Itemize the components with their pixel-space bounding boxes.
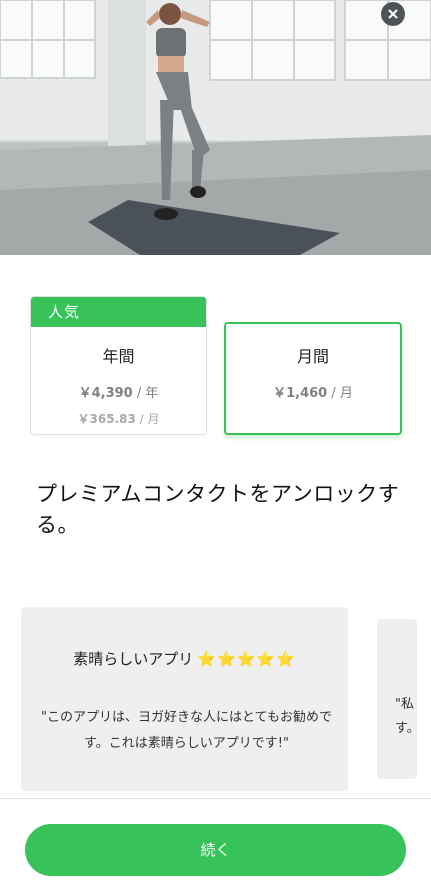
review-title: 素晴らしいアプリ ⭐⭐⭐⭐⭐ [21, 648, 348, 669]
plan-price-amount: ￥1,460 [273, 386, 328, 401]
continue-button[interactable]: 続く [25, 824, 406, 876]
bottom-divider [0, 798, 431, 799]
close-button[interactable] [381, 2, 405, 26]
hero-image [0, 0, 431, 255]
review-text-line: す。 [395, 721, 417, 736]
plan-price-unit: / 月 [327, 386, 353, 401]
plan-price-amount: ￥4,390 [78, 386, 133, 401]
plan-title: 年間 [102, 347, 135, 366]
plan-subprice-amount: ￥365.83 [77, 412, 136, 426]
popular-badge: 人気 [31, 297, 206, 327]
plan-monthly-equivalent: ￥365.83 / 月 [31, 410, 206, 427]
review-text-partial: "私 す。 [395, 693, 417, 741]
review-text-line: "私 [395, 697, 414, 712]
star-rating-icons: ⭐⭐⭐⭐⭐ [197, 650, 296, 668]
plan-price: ￥1,460 / 月 [226, 382, 400, 401]
review-card: 素晴らしいアプリ ⭐⭐⭐⭐⭐ "このアプリは、ヨガ好きな人にはとてもお勧めです。こ… [21, 607, 348, 791]
plan-card-monthly[interactable]: 月間 ￥1,460 / 月 [224, 322, 402, 435]
review-card-next[interactable]: "私 す。 [377, 619, 417, 779]
plan-price-unit: / 年 [132, 386, 159, 401]
review-title-text: 素晴らしいアプリ [73, 650, 194, 668]
plan-price: ￥4,390 / 年 [31, 382, 206, 401]
review-text: "このアプリは、ヨガ好きな人にはとてもお勧めです。これは素晴らしいアプリです!" [41, 710, 332, 751]
plan-title: 月間 [296, 347, 329, 366]
plan-subprice-unit: / 月 [135, 412, 160, 426]
close-icon [388, 9, 398, 19]
page-title: プレミアムコンタクトをアンロックする。 [36, 482, 400, 537]
plan-card-yearly[interactable]: 人気 年間 ￥4,390 / 年 ￥365.83 / 月 [30, 296, 207, 435]
workout-photo [0, 0, 431, 255]
